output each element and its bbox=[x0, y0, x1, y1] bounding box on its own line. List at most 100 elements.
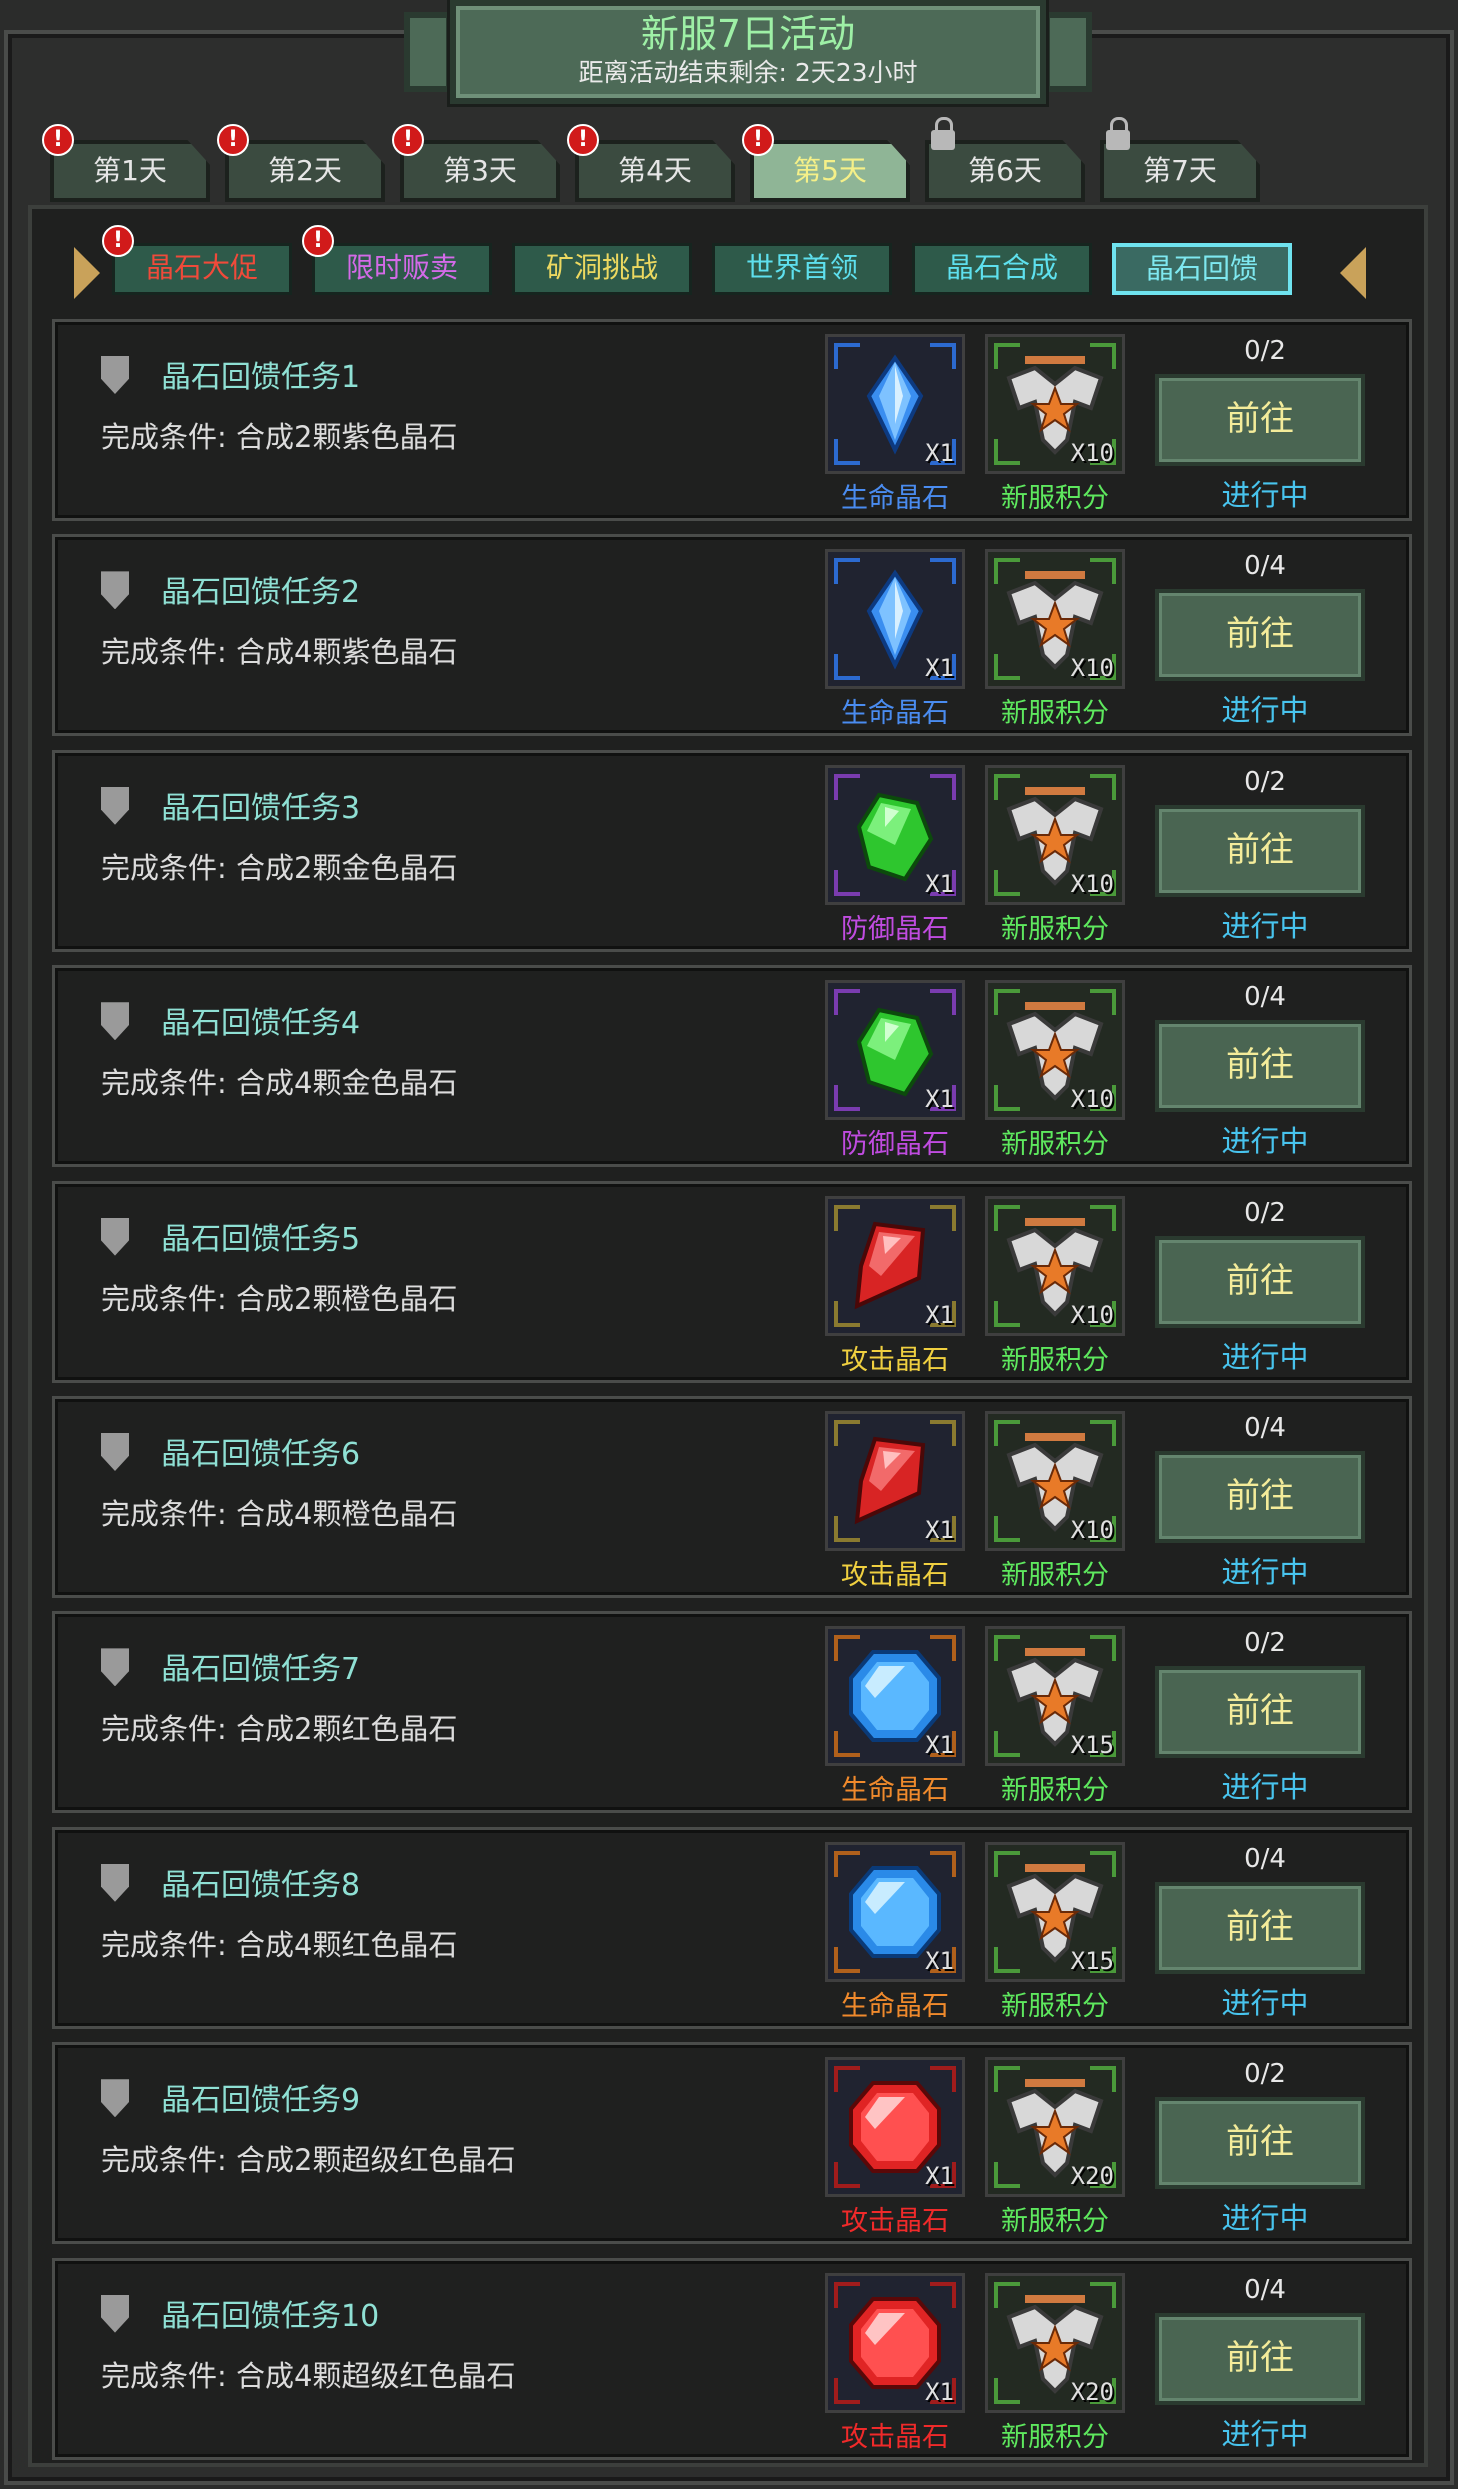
scroll-left-arrow-icon[interactable] bbox=[74, 247, 100, 299]
points-quantity: X10 bbox=[1070, 654, 1114, 683]
gem-reward-slot[interactable]: X1 bbox=[825, 334, 965, 474]
task-status: 进行中 bbox=[1221, 1770, 1309, 1805]
go-button[interactable]: 前往 bbox=[1155, 374, 1365, 466]
day-tab-5[interactable]: 第5天 bbox=[750, 140, 910, 202]
points-name: 新服积分 bbox=[1001, 2206, 1109, 2238]
go-button[interactable]: 前往 bbox=[1155, 1666, 1365, 1759]
alert-icon: ! bbox=[567, 124, 599, 156]
task-condition: 完成条件: 合成4颗橙色晶石 bbox=[101, 1497, 458, 1531]
sub-tab-1[interactable]: 晶石大促 bbox=[112, 243, 292, 295]
points-name: 新服积分 bbox=[1001, 2421, 1109, 2453]
day-tab-2[interactable]: 第2天 bbox=[225, 140, 385, 202]
shield-icon bbox=[101, 1648, 129, 1687]
task-condition: 完成条件: 合成2颗橙色晶石 bbox=[101, 1281, 458, 1316]
shield-icon bbox=[101, 1863, 129, 1902]
sub-tab-3[interactable]: 矿洞挑战 bbox=[512, 243, 692, 295]
points-name: 新服积分 bbox=[1001, 1344, 1109, 1376]
gem-name: 生命晶石 bbox=[841, 1775, 949, 1807]
sub-tab-4[interactable]: 世界首领 bbox=[712, 243, 892, 295]
page-title: 新服7日活动 bbox=[640, 12, 856, 56]
gem-quantity: X1 bbox=[925, 654, 954, 683]
lock-icon bbox=[931, 117, 955, 150]
gem-reward-slot[interactable]: X1 bbox=[825, 2272, 965, 2413]
gem-reward-slot[interactable]: X1 bbox=[825, 1195, 965, 1336]
gem-quantity: X1 bbox=[925, 2377, 954, 2406]
points-name: 新服积分 bbox=[1001, 1560, 1109, 1591]
task-status: 进行中 bbox=[1221, 1339, 1309, 1374]
gem-quantity: X1 bbox=[925, 2162, 954, 2191]
gem-name: 攻击晶石 bbox=[841, 2421, 949, 2453]
task-row: 晶石回馈任务1 完成条件: 合成2颗紫色晶石 X1 生命晶石 X10 新服积分 0/2 前往进… bbox=[52, 319, 1412, 521]
alert-icon: ! bbox=[42, 124, 74, 156]
alert-icon: ! bbox=[302, 225, 334, 257]
go-button[interactable]: 前往 bbox=[1155, 1235, 1365, 1328]
points-reward-slot[interactable]: X10 bbox=[985, 980, 1125, 1121]
alert-icon: ! bbox=[217, 124, 249, 156]
points-reward-slot[interactable]: X15 bbox=[985, 1841, 1125, 1982]
task-condition: 完成条件: 合成2颗红色晶石 bbox=[101, 1712, 458, 1747]
sub-tab-2[interactable]: 限时贩卖 bbox=[312, 243, 492, 295]
shield-icon bbox=[101, 2079, 129, 2118]
day-tab-4[interactable]: 第4天 bbox=[575, 140, 735, 202]
day-tab-label: 第7天 bbox=[1143, 154, 1217, 187]
gem-reward-slot[interactable]: X1 bbox=[825, 549, 965, 690]
gem-reward-slot[interactable]: X1 bbox=[825, 980, 965, 1121]
sub-tab-6[interactable]: 晶石回馈 bbox=[1112, 243, 1292, 295]
points-name: 新服积分 bbox=[1001, 698, 1109, 730]
points-reward-slot[interactable]: X10 bbox=[985, 549, 1125, 690]
points-quantity: X20 bbox=[1070, 2162, 1114, 2191]
shield-icon bbox=[101, 1217, 129, 1256]
sub-tab-bar: 晶石大促! 限时贩卖! 矿洞挑战 世界首领 晶石合成 晶石回馈 bbox=[52, 225, 1412, 299]
task-row: 晶石回馈任务6 完成条件: 合成4颗橙色晶石 X1 攻击晶石 X10 新服积分 0/4 前往进… bbox=[52, 1396, 1412, 1598]
shield-icon bbox=[101, 571, 129, 610]
task-progress: 0/4 bbox=[1244, 982, 1286, 1013]
sub-tab-5[interactable]: 晶石合成 bbox=[912, 243, 1092, 295]
points-quantity: X15 bbox=[1070, 1946, 1114, 1975]
go-button[interactable]: 前往 bbox=[1155, 1451, 1365, 1543]
day-tab-label: 第3天 bbox=[443, 154, 517, 187]
points-name: 新服积分 bbox=[1001, 1775, 1109, 1807]
task-row: 晶石回馈任务3 完成条件: 合成2颗金色晶石 X1 防御晶石 X10 新服积分 0/2 前往进… bbox=[52, 749, 1412, 952]
go-button[interactable]: 前往 bbox=[1155, 1020, 1365, 1113]
gem-reward-slot[interactable]: X1 bbox=[825, 2057, 965, 2198]
gem-reward-slot[interactable]: X1 bbox=[825, 1841, 965, 1982]
gem-reward-slot[interactable]: X1 bbox=[825, 764, 965, 905]
task-row: 晶石回馈任务7 完成条件: 合成2颗红色晶石 X1 生命晶石 X15 新服积分 0/2 前往进… bbox=[52, 1611, 1412, 1814]
day-tab-1[interactable]: 第1天 bbox=[50, 140, 210, 202]
points-reward-slot[interactable]: X20 bbox=[985, 2057, 1125, 2198]
task-status: 进行中 bbox=[1221, 2416, 1309, 2451]
go-button[interactable]: 前往 bbox=[1155, 804, 1365, 897]
go-button[interactable]: 前往 bbox=[1155, 2097, 1365, 2190]
shield-icon bbox=[101, 786, 129, 825]
points-reward-slot[interactable]: X10 bbox=[985, 1195, 1125, 1336]
gem-reward-slot[interactable]: X1 bbox=[825, 1626, 965, 1767]
day-tab-3[interactable]: 第3天 bbox=[400, 140, 560, 202]
gem-quantity: X1 bbox=[925, 1516, 954, 1544]
points-quantity: X20 bbox=[1070, 2377, 1114, 2406]
gem-name: 攻击晶石 bbox=[841, 1560, 949, 1591]
task-row: 晶石回馈任务5 完成条件: 合成2颗橙色晶石 X1 攻击晶石 X10 新服积分 0/2 前往进… bbox=[52, 1180, 1412, 1383]
points-quantity: X10 bbox=[1070, 1085, 1114, 1114]
task-condition: 完成条件: 合成4颗金色晶石 bbox=[101, 1066, 458, 1101]
task-progress: 0/2 bbox=[1244, 336, 1286, 366]
points-reward-slot[interactable]: X10 bbox=[985, 764, 1125, 905]
points-reward-slot[interactable]: X15 bbox=[985, 1626, 1125, 1767]
points-reward-slot[interactable]: X10 bbox=[985, 1411, 1125, 1551]
go-button[interactable]: 前往 bbox=[1155, 2312, 1365, 2405]
points-reward-slot[interactable]: X10 bbox=[985, 334, 1125, 474]
task-row: 晶石回馈任务2 完成条件: 合成4颗紫色晶石 X1 生命晶石 X10 新服积分 0/4 前往进… bbox=[52, 534, 1412, 737]
go-button[interactable]: 前往 bbox=[1155, 1881, 1365, 1974]
gem-name: 生命晶石 bbox=[841, 698, 949, 730]
points-reward-slot[interactable]: X20 bbox=[985, 2272, 1125, 2413]
points-quantity: X10 bbox=[1070, 439, 1114, 467]
task-condition: 完成条件: 合成2颗超级红色晶石 bbox=[101, 2143, 516, 2178]
go-button[interactable]: 前往 bbox=[1155, 589, 1365, 682]
gem-quantity: X1 bbox=[925, 1300, 954, 1329]
task-condition: 完成条件: 合成4颗超级红色晶石 bbox=[101, 2358, 516, 2393]
shield-icon bbox=[101, 1433, 129, 1471]
scroll-right-arrow-icon[interactable] bbox=[1340, 247, 1366, 299]
alert-icon: ! bbox=[102, 225, 134, 257]
task-row: 晶石回馈任务8 完成条件: 合成4颗红色晶石 X1 生命晶石 X15 新服积分 0/4 前往进… bbox=[52, 1826, 1412, 2029]
gem-name: 防御晶石 bbox=[841, 913, 949, 945]
gem-reward-slot[interactable]: X1 bbox=[825, 1411, 965, 1551]
